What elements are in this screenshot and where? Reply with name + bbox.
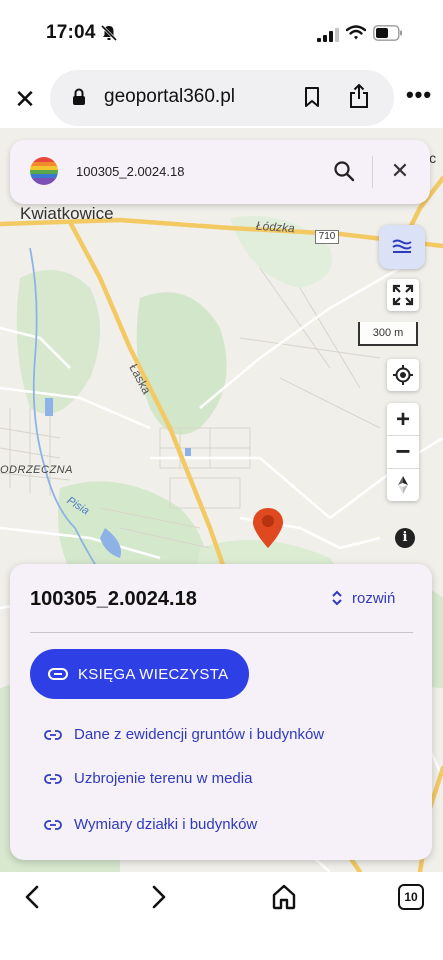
link-utilities-label: Uzbrojenie terenu w media xyxy=(74,770,253,787)
zoom-out-button[interactable]: − xyxy=(387,436,419,469)
parcel-title: 100305_2.0024.18 xyxy=(30,588,197,610)
map-label-kwiatkowice: Kwiatkowice xyxy=(20,204,114,223)
geoportal-logo-icon xyxy=(30,157,58,185)
link-land-records[interactable]: Dane z ewidencji gruntów i budynków xyxy=(44,726,324,743)
link-icon xyxy=(48,668,68,680)
browser-bottom-bar xyxy=(0,872,443,960)
sheet-divider xyxy=(30,632,413,633)
map-pin-icon[interactable] xyxy=(251,506,285,550)
wifi-icon xyxy=(346,25,366,40)
map-label-odrzeczna: ODRZECZNA xyxy=(0,464,73,476)
share-icon[interactable] xyxy=(348,83,370,109)
link-icon xyxy=(44,819,62,830)
map-info-button[interactable]: i xyxy=(395,528,415,548)
layers-button[interactable] xyxy=(379,225,425,269)
close-tab-button[interactable]: ✕ xyxy=(10,84,40,114)
search-card xyxy=(10,140,430,204)
road-shield-710: 710 xyxy=(315,230,339,244)
map-scale-bar: 300 m xyxy=(358,322,418,346)
lock-icon xyxy=(73,88,85,105)
expand-chevrons-icon xyxy=(332,590,342,606)
search-divider xyxy=(372,156,373,188)
forward-icon[interactable] xyxy=(145,882,171,912)
link-dimensions[interactable]: Wymiary działki i budynków xyxy=(44,816,257,833)
link-icon xyxy=(44,773,62,784)
status-time: 17:04 xyxy=(46,22,96,43)
zoom-controls: + − xyxy=(387,403,419,501)
zoom-in-button[interactable]: + xyxy=(387,403,419,436)
more-button[interactable]: ••• xyxy=(404,84,434,110)
tabs-button[interactable]: 10 xyxy=(398,884,424,910)
locate-button[interactable] xyxy=(387,359,419,391)
bookmark-icon[interactable] xyxy=(304,86,320,108)
fullscreen-icon xyxy=(392,284,414,306)
link-icon xyxy=(44,729,62,740)
battery-icon xyxy=(373,25,402,41)
locate-icon xyxy=(393,365,413,385)
fullscreen-button[interactable] xyxy=(387,279,419,311)
expand-label: rozwiń xyxy=(352,589,396,607)
link-utilities[interactable]: Uzbrojenie terenu w media xyxy=(44,770,252,787)
compass-button[interactable] xyxy=(387,469,419,501)
signal-icon xyxy=(317,28,339,42)
link-dimensions-label: Wymiary działki i budynków xyxy=(74,816,258,833)
land-register-label: KSIĘGA WIECZYSTA xyxy=(78,665,229,683)
land-register-button[interactable]: KSIĘGA WIECZYSTA xyxy=(30,649,249,699)
clear-search-button[interactable]: ✕ xyxy=(388,158,412,184)
compass-icon xyxy=(398,476,408,494)
home-icon[interactable] xyxy=(270,882,298,912)
map-label-lodzka: Łódzka xyxy=(255,218,296,236)
phone-screen: 17:04 ✕ geoportal360.pl ••• Kwiatkowice … xyxy=(0,0,443,960)
bell-slash-icon xyxy=(100,24,118,42)
layers-icon xyxy=(392,239,412,253)
url-text[interactable]: geoportal360.pl xyxy=(104,86,235,108)
search-icon[interactable] xyxy=(333,160,355,182)
back-icon[interactable] xyxy=(20,882,46,912)
search-input[interactable]: 100305_2.0024.18 xyxy=(76,164,184,179)
link-land-records-label: Dane z ewidencji gruntów i budynków xyxy=(74,726,325,743)
expand-button[interactable]: rozwiń xyxy=(330,586,395,610)
